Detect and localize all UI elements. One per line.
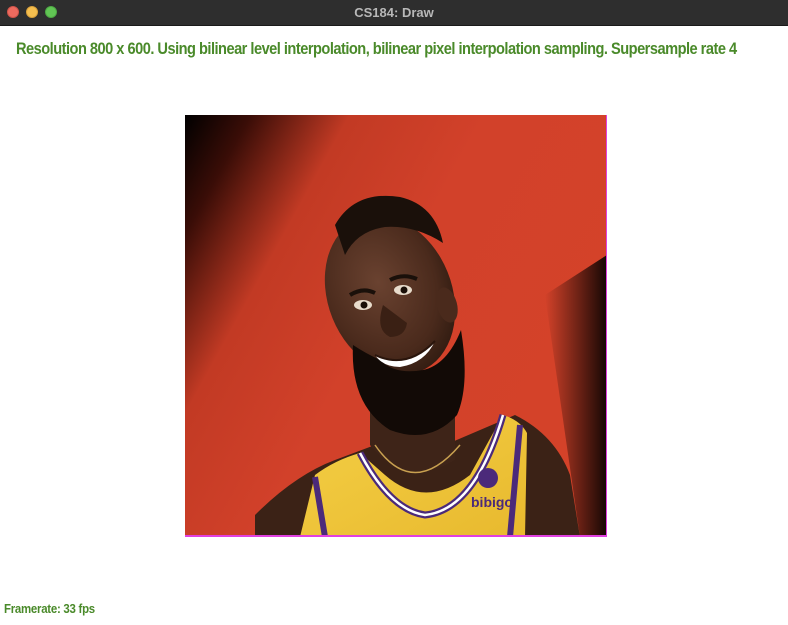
right-pupil <box>400 286 408 294</box>
jersey-logo-text: bibigo <box>471 494 513 510</box>
title-bar: CS184: Draw <box>0 0 788 26</box>
left-pupil <box>360 301 368 309</box>
jersey-logo-mark <box>478 468 498 488</box>
textured-image: bibigo <box>185 115 606 535</box>
render-info-text: Resolution 800 x 600. Using bilinear lev… <box>16 39 737 58</box>
framerate-text: Framerate: 33 fps <box>4 601 95 616</box>
app-window: CS184: Draw Resolution 800 x 600. Using … <box>0 0 788 625</box>
draw-canvas[interactable]: bibigo <box>185 115 607 537</box>
window-title: CS184: Draw <box>354 5 434 20</box>
